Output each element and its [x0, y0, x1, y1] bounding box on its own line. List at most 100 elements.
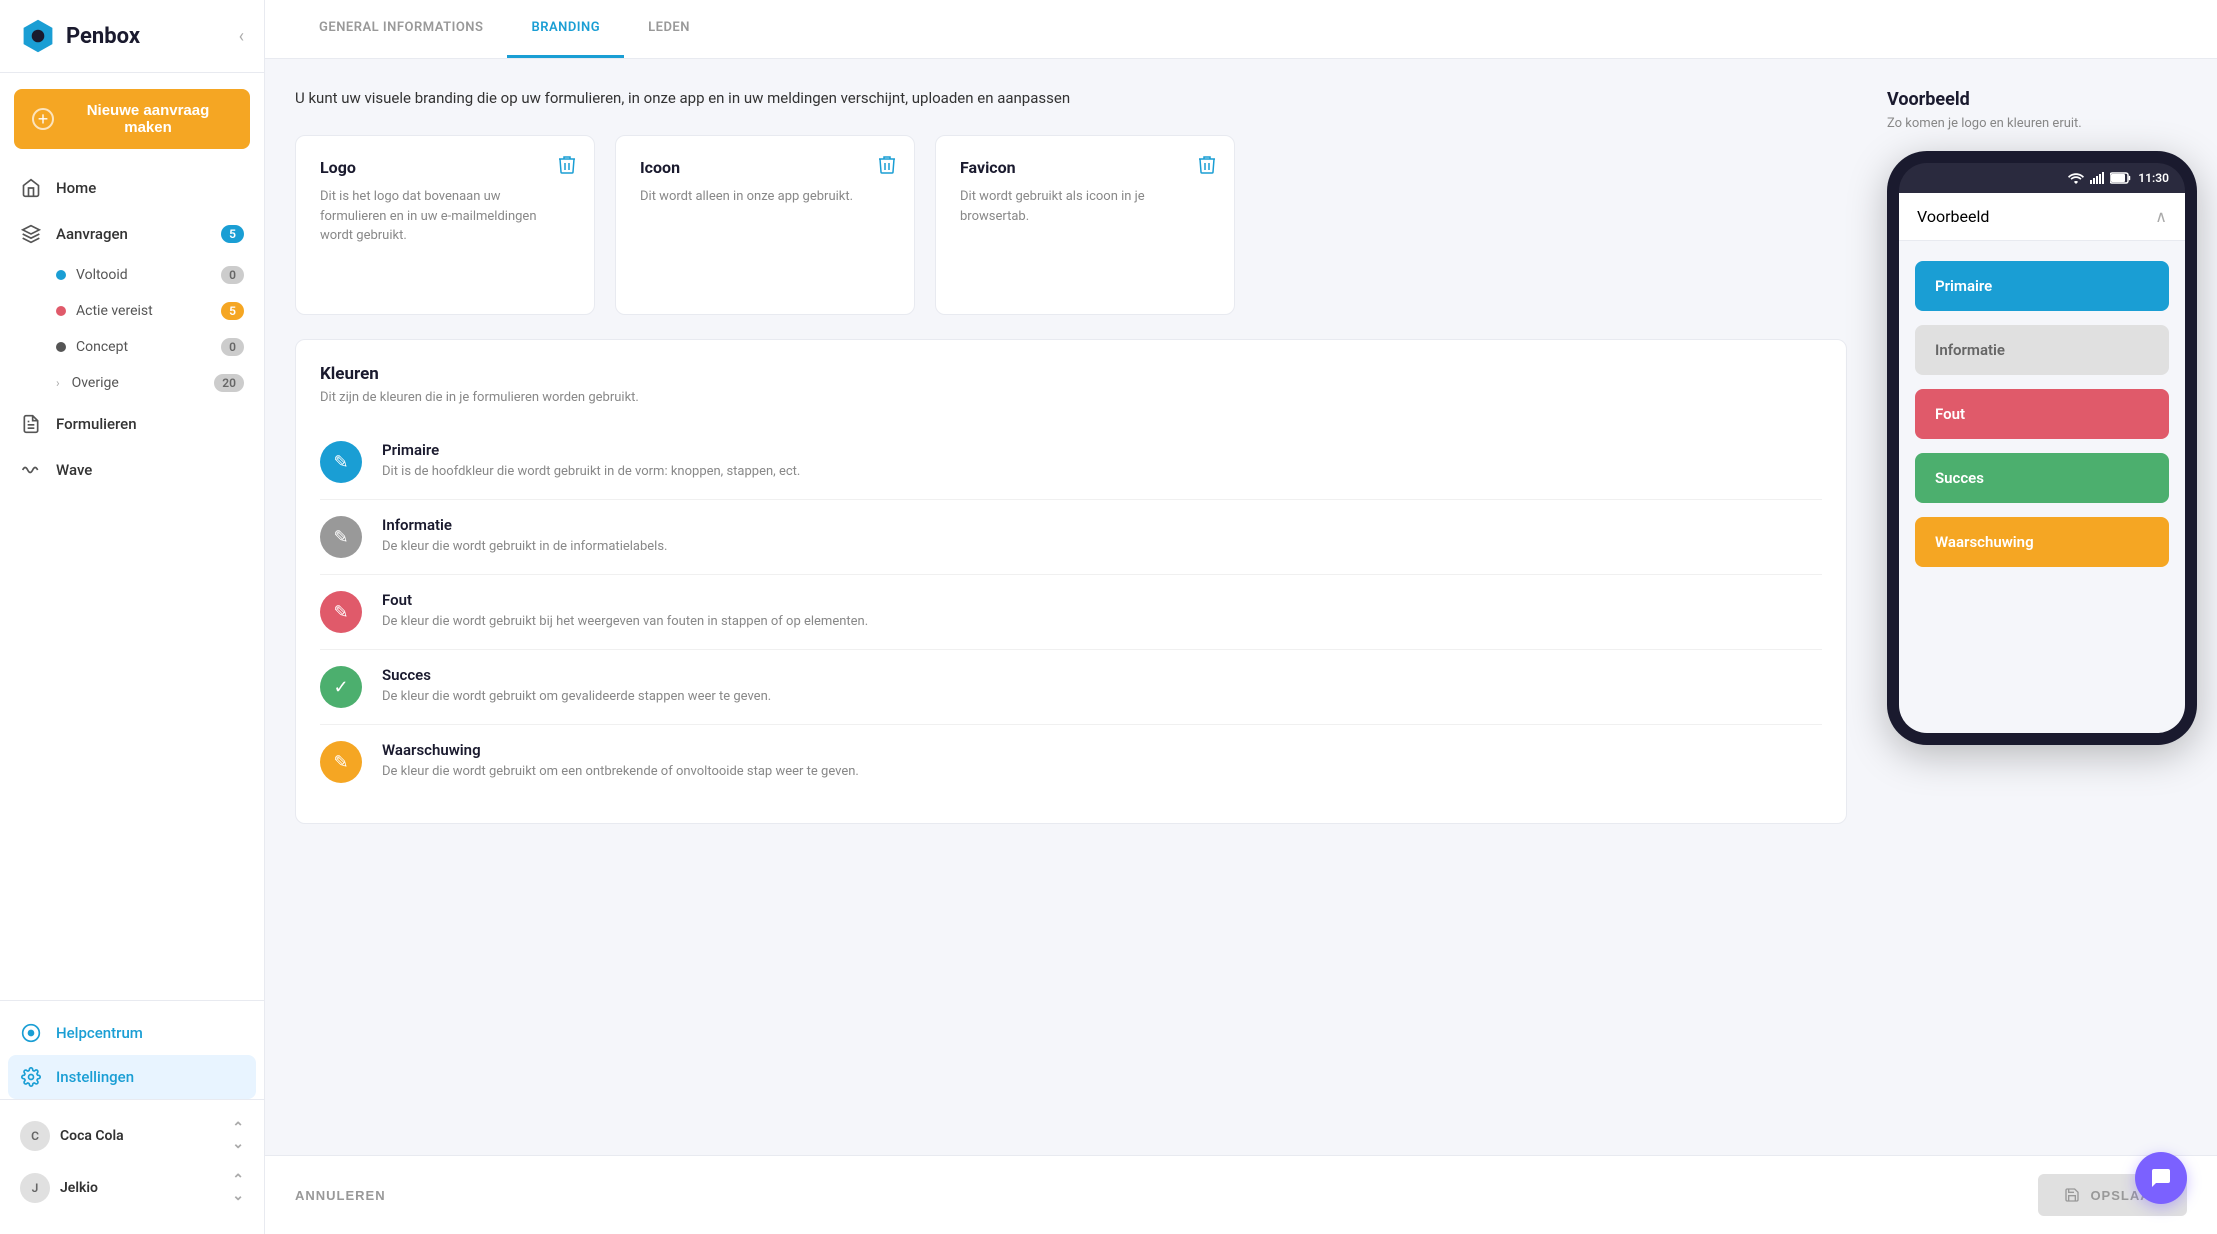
informatie-swatch[interactable]: ✎	[320, 516, 362, 558]
phone-btn-succes: Succes	[1915, 453, 2169, 503]
informatie-desc: De kleur die wordt gebruikt in de inform…	[382, 538, 1822, 556]
voltooid-badge: 0	[221, 266, 244, 284]
colors-section: Kleuren Dit zijn de kleuren die in je fo…	[295, 339, 1847, 824]
favicon-card: Favicon Dit wordt gebruikt als icoon in …	[935, 135, 1235, 315]
sidebar-item-instellingen[interactable]: Instellingen	[8, 1055, 256, 1099]
primaire-desc: Dit is de hoofdkleur die wordt gebruikt …	[382, 463, 1822, 481]
sidebar-item-actie-vereist-label: Actie vereist	[76, 303, 153, 319]
fout-swatch[interactable]: ✎	[320, 591, 362, 633]
sidebar-item-home-label: Home	[56, 179, 96, 197]
annuleren-button[interactable]: ANNULEREN	[295, 1188, 386, 1203]
upload-cards-row: Logo Dit is het logo dat bovenaan uw for…	[295, 135, 1847, 315]
home-icon	[20, 177, 42, 199]
file-icon	[20, 413, 42, 435]
sidebar-item-formulieren-label: Formulieren	[56, 415, 137, 433]
color-row-informatie: ✎ Informatie De kleur die wordt gebruikt…	[320, 500, 1822, 575]
waarschuwing-name: Waarschuwing	[382, 741, 1822, 759]
fout-desc: De kleur die wordt gebruikt bij het weer…	[382, 613, 1822, 631]
battery-icon	[2110, 172, 2132, 184]
colors-section-title: Kleuren	[320, 364, 1822, 384]
help-icon	[20, 1022, 42, 1044]
concept-dot	[56, 342, 66, 352]
icoon-delete-button[interactable]	[878, 154, 896, 179]
sidebar-header: Penbox ‹	[0, 0, 264, 73]
phone-btn-informatie: Informatie	[1915, 325, 2169, 375]
sidebar-item-helpcentrum[interactable]: Helpcentrum	[0, 1011, 264, 1055]
aanvragen-badge: 5	[221, 225, 244, 243]
phone-screen: Voorbeeld ∧ Primaire Informatie Fout Suc…	[1899, 193, 2185, 733]
voltooid-dot	[56, 270, 66, 280]
main-content-area: GENERAL INFORMATIONS BRANDING LEDEN U ku…	[265, 0, 2217, 1234]
primaire-name: Primaire	[382, 441, 1822, 459]
primaire-swatch[interactable]: ✎	[320, 441, 362, 483]
favicon-card-desc: Dit wordt gebruikt als icoon in je brows…	[960, 187, 1210, 226]
tab-branding[interactable]: BRANDING	[507, 0, 624, 58]
phone-screen-header: Voorbeeld ∧	[1899, 193, 2185, 241]
favicon-delete-button[interactable]	[1198, 154, 1216, 179]
preview-title: Voorbeeld	[1887, 89, 2197, 110]
color-row-primaire: ✎ Primaire Dit is de hoofdkleur die word…	[320, 425, 1822, 500]
company-item-jelkio[interactable]: J Jelkio ⌃⌄	[20, 1162, 244, 1214]
logo-card: Logo Dit is het logo dat bovenaan uw for…	[295, 135, 595, 315]
sidebar-item-home[interactable]: Home	[0, 165, 264, 211]
sidebar-item-overige-label: Overige	[72, 375, 119, 391]
signal-icon	[2090, 172, 2104, 184]
save-icon	[2064, 1187, 2080, 1203]
color-row-waarschuwing: ✎ Waarschuwing De kleur die wordt gebrui…	[320, 725, 1822, 799]
waarschuwing-swatch[interactable]: ✎	[320, 741, 362, 783]
sidebar-item-concept-label: Concept	[76, 339, 128, 355]
color-row-succes: ✓ Succes De kleur die wordt gebruikt om …	[320, 650, 1822, 725]
phone-status-bar: 11:30	[1899, 163, 2185, 193]
new-request-label: Nieuwe aanvraag maken	[64, 102, 232, 136]
logo-card-desc: Dit is het logo dat bovenaan uw formulie…	[320, 187, 570, 246]
phone-frame: 11:30 Voorbeeld ∧ Primaire Informatie Fo…	[1887, 151, 2197, 745]
sidebar-item-actie-vereist[interactable]: Actie vereist 5	[0, 293, 264, 329]
tab-general[interactable]: GENERAL INFORMATIONS	[295, 0, 507, 58]
succes-desc: De kleur die wordt gebruikt om gevalidee…	[382, 688, 1822, 706]
chat-bubble-button[interactable]	[2135, 1152, 2187, 1204]
new-request-button[interactable]: + Nieuwe aanvraag maken	[14, 89, 250, 149]
company-label-coca-cola: Coca Cola	[60, 1128, 124, 1144]
app-name: Penbox	[66, 24, 140, 49]
actie-vereist-dot	[56, 306, 66, 316]
tab-leden[interactable]: LEDEN	[624, 0, 714, 58]
concept-badge: 0	[221, 338, 244, 356]
sidebar-item-wave[interactable]: Wave	[0, 447, 264, 493]
sidebar-item-voltooid[interactable]: Voltooid 0	[0, 257, 264, 293]
preview-panel: Voorbeeld Zo komen je logo en kleuren er…	[1877, 59, 2217, 1155]
actie-vereist-badge: 5	[221, 302, 244, 320]
chevron-ud-icon-jelkio: ⌃⌄	[232, 1172, 244, 1204]
wifi-icon	[2068, 172, 2084, 184]
waarschuwing-desc: De kleur die wordt gebruikt om een ontbr…	[382, 763, 1822, 781]
sidebar-item-helpcentrum-label: Helpcentrum	[56, 1024, 143, 1042]
phone-time: 11:30	[2138, 171, 2169, 185]
preview-subtitle: Zo komen je logo en kleuren eruit.	[1887, 116, 2197, 131]
phone-btn-fout: Fout	[1915, 389, 2169, 439]
phone-screen-title: Voorbeeld	[1917, 207, 1989, 226]
sidebar-collapse-button[interactable]: ‹	[239, 26, 244, 47]
sidebar-item-concept[interactable]: Concept 0	[0, 329, 264, 365]
chevron-right-icon: ›	[56, 376, 60, 390]
sidebar: Penbox ‹ + Nieuwe aanvraag maken Home Aa…	[0, 0, 265, 1234]
sidebar-item-overige[interactable]: › Overige 20	[0, 365, 264, 401]
succes-name: Succes	[382, 666, 1822, 684]
chevron-ud-icon-coca-cola: ⌃⌄	[232, 1120, 244, 1152]
informatie-name: Informatie	[382, 516, 1822, 534]
footer-bar: ANNULEREN OPSLAAN	[265, 1155, 2217, 1234]
company-item-coca-cola[interactable]: C Coca Cola ⌃⌄	[20, 1110, 244, 1162]
sidebar-item-wave-label: Wave	[56, 461, 92, 479]
sidebar-item-aanvragen[interactable]: Aanvragen 5	[0, 211, 264, 257]
phone-btn-waarschuwing: Waarschuwing	[1915, 517, 2169, 567]
sidebar-item-voltooid-label: Voltooid	[76, 267, 128, 283]
sidebar-item-formulieren[interactable]: Formulieren	[0, 401, 264, 447]
favicon-card-title: Favicon	[960, 158, 1210, 177]
chevron-up-icon: ∧	[2155, 207, 2167, 226]
logo-card-title: Logo	[320, 158, 570, 177]
logo-delete-button[interactable]	[558, 154, 576, 179]
layers-icon	[20, 223, 42, 245]
sidebar-item-instellingen-label: Instellingen	[56, 1068, 134, 1086]
color-row-fout: ✎ Fout De kleur die wordt gebruikt bij h…	[320, 575, 1822, 650]
settings-icon	[20, 1066, 42, 1088]
fout-name: Fout	[382, 591, 1822, 609]
succes-swatch[interactable]: ✓	[320, 666, 362, 708]
